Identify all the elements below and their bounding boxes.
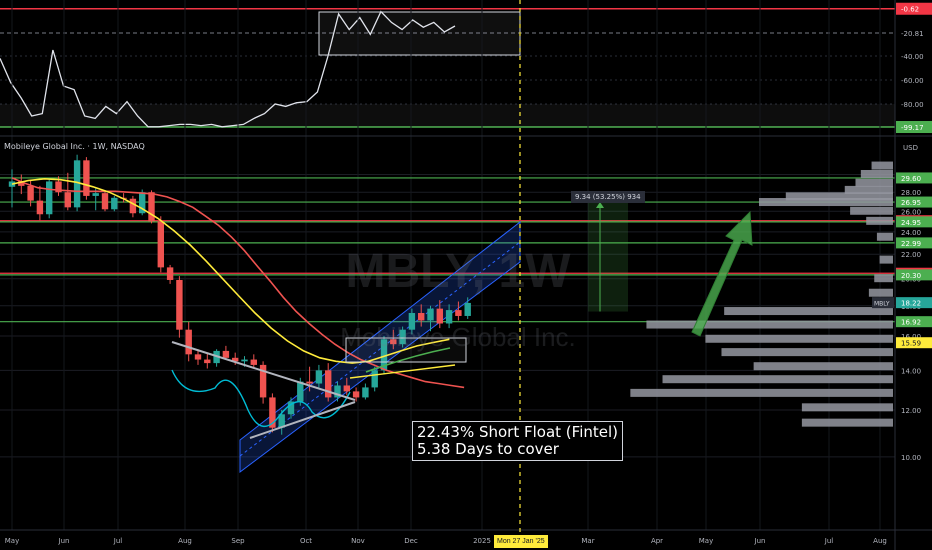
candle-body (222, 350, 230, 358)
volume-profile-bar (860, 169, 893, 178)
price-tick-label: 28.00 (901, 189, 921, 197)
time-tick-label: Jul (113, 537, 123, 545)
volume-profile-bar (850, 206, 893, 215)
company-watermark: Mobileye Global Inc. (340, 322, 576, 352)
candle-body (92, 193, 99, 196)
time-tick-label: Jun (754, 537, 766, 545)
candle-body (27, 185, 34, 201)
days-to-cover-line: 5.38 Days to cover (417, 440, 559, 458)
volume-profile-bar (705, 334, 893, 343)
level-tag-label: 20.30 (901, 272, 921, 280)
candle-body (204, 359, 211, 364)
volume-profile-bar (855, 178, 893, 187)
volume-profile-bar (662, 375, 893, 384)
candle-body (111, 197, 118, 210)
chart-title: Mobileye Global Inc. · 1W, NASDAQ (4, 142, 145, 151)
short-float-line: 22.43% Short Float (Fintel) (417, 423, 618, 441)
candle-body (64, 192, 71, 208)
candle-body (315, 370, 323, 384)
volume-profile-bar (724, 307, 893, 316)
candle-body (427, 308, 434, 321)
candle-body (73, 160, 81, 208)
oscillator-tick-label: -99.17 (901, 124, 924, 132)
volume-profile-bar (759, 198, 893, 207)
price-tick-label: 12.00 (901, 407, 921, 415)
candle-body (325, 370, 332, 398)
volume-profile-bar (876, 232, 893, 241)
candle-body (250, 359, 257, 365)
candle-body (36, 200, 44, 215)
time-tick-label: Nov (351, 537, 365, 545)
candle-body (194, 354, 202, 360)
candle-body (129, 198, 137, 214)
candle-body (101, 193, 109, 210)
candle-body (297, 381, 304, 402)
time-tick-label: Mar (581, 537, 594, 545)
volume-profile-bar (630, 388, 893, 397)
volume-profile-bar (874, 274, 893, 283)
candle-body (352, 391, 360, 398)
candle-body (46, 181, 53, 215)
candle-body (343, 385, 350, 392)
oscillator-tick-label: -60.00 (901, 77, 924, 85)
time-tick-label: Dec (404, 537, 418, 545)
time-tick-label: Apr (651, 537, 663, 545)
price-tick-label: 22.00 (901, 251, 921, 259)
short-float-note: 22.43% Short Float (Fintel) 5.38 Days to… (412, 421, 623, 461)
level-tag-label: 26.95 (901, 199, 921, 207)
time-tick-label: May (699, 537, 713, 545)
level-tag-label: 16.92 (901, 319, 921, 327)
candle-body (176, 279, 183, 330)
price-tag-label: 15.59 (901, 340, 921, 348)
volume-profile-bar (753, 362, 893, 371)
time-tick-label: 2025 (473, 537, 491, 545)
candle-body (157, 221, 164, 268)
level-tag-label: 22.99 (901, 240, 921, 248)
symbol-watermark: MBLY, 1W (345, 245, 571, 298)
time-tick-label: May (5, 537, 19, 545)
oscillator-tick-label: -0.62 (901, 6, 919, 14)
oscillator-oversold-zone (0, 104, 895, 128)
volume-profile-bar (868, 288, 893, 297)
volume-profile-bar (866, 216, 893, 225)
oscillator-tick-label: -80.00 (901, 101, 924, 109)
price-tick-label: 10.00 (901, 454, 921, 462)
volume-profile-bar (871, 161, 893, 170)
candle-body (455, 310, 462, 316)
candle-body (185, 329, 192, 355)
volume-profile-bar (801, 418, 893, 427)
volume-profile-bar (879, 255, 893, 264)
price-tick-label: 26.00 (901, 208, 921, 216)
level-tag-label: 24.95 (901, 219, 921, 227)
price-tick-label: 14.00 (901, 367, 921, 375)
candle-body (418, 313, 425, 321)
candle-body (166, 267, 174, 280)
oscillator-tick-label: -40.00 (901, 53, 924, 61)
symbol-tag-label: MBLY (874, 301, 890, 308)
candle-body (306, 381, 313, 384)
price-tick-label: 24.00 (901, 229, 921, 237)
time-tick-label: Aug (873, 537, 887, 545)
candle-body (371, 370, 378, 388)
cursor-date-badge: Mon 27 Jan '25 (494, 535, 548, 548)
price-tag-label: 18.22 (901, 300, 921, 308)
measure-label: 9.34 (53.25%) 934 (571, 191, 645, 203)
candle-body (362, 387, 369, 398)
candle-body (464, 302, 471, 316)
candle-body (148, 192, 155, 222)
volume-profile-bar (801, 403, 893, 412)
candle-body (241, 359, 248, 362)
time-tick-label: Aug (178, 537, 192, 545)
level-tag-label: 29.60 (901, 175, 921, 183)
currency-label: USD (903, 144, 918, 152)
volume-profile-bar (721, 348, 893, 357)
volume-profile-bar (646, 320, 893, 329)
time-tick-label: Jul (824, 537, 834, 545)
time-tick-label: Sep (231, 537, 245, 545)
oscillator-highlight-box (318, 11, 521, 56)
time-tick-label: Oct (300, 537, 312, 545)
time-tick-label: Jun (58, 537, 70, 545)
oscillator-tick-label: -20.81 (901, 30, 924, 38)
